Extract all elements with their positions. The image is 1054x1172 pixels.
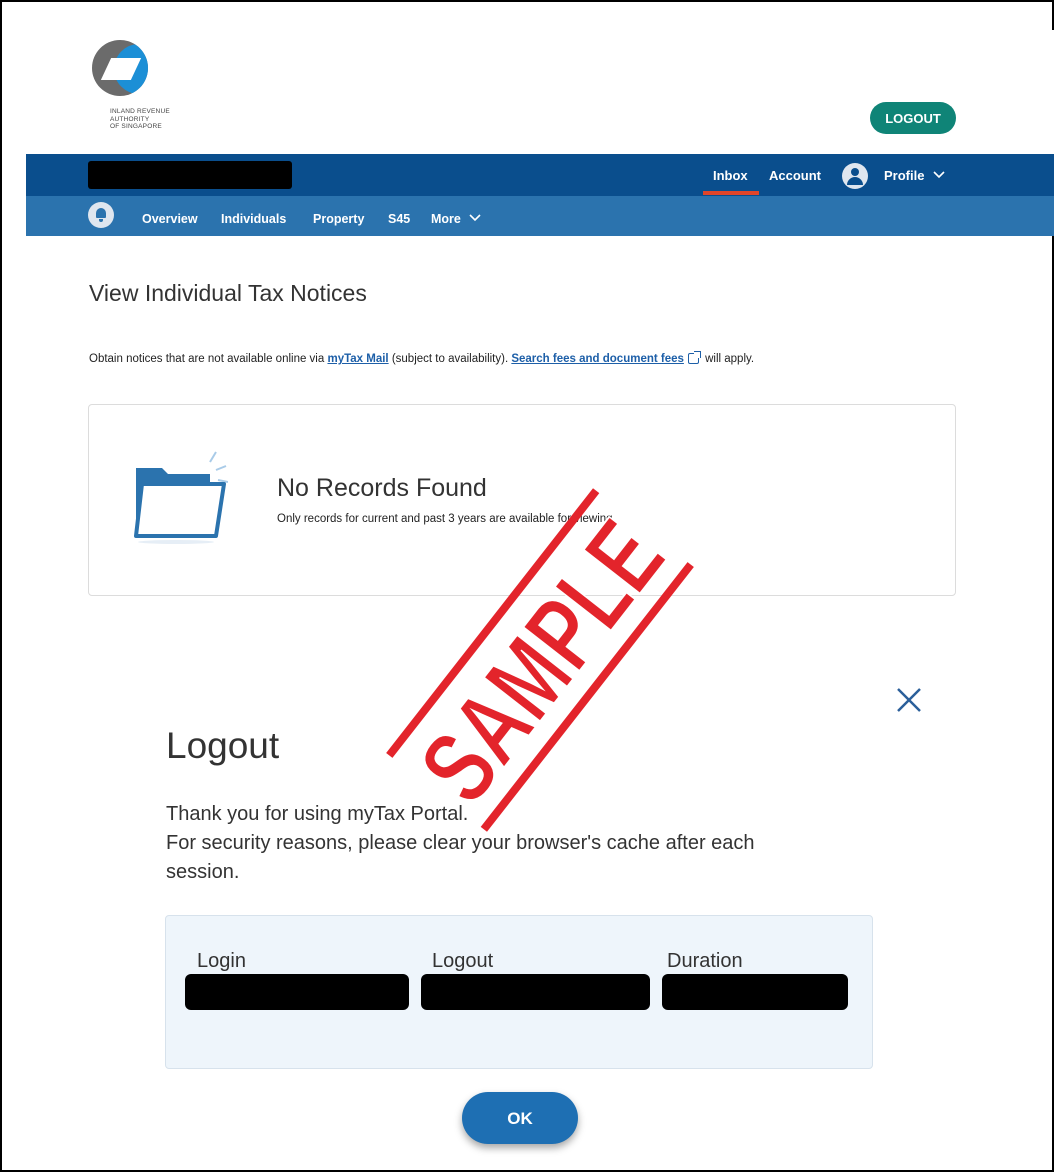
logout-message: Thank you for using myTax Portal. For se…: [166, 800, 826, 887]
iras-logo[interactable]: INLAND REVENUE AUTHORITY OF SINGAPORE: [84, 40, 194, 150]
subnav-property[interactable]: Property: [313, 212, 364, 226]
redacted-duration: [662, 974, 848, 1010]
info-suffix: will apply.: [701, 353, 755, 365]
user-avatar-icon[interactable]: [842, 163, 868, 189]
inbox-active-indicator: [703, 191, 759, 195]
redacted-account-name: [88, 161, 292, 189]
external-link-icon: [687, 351, 701, 364]
subnav-more[interactable]: More: [431, 212, 481, 226]
info-middle: (subject to availability).: [388, 353, 512, 365]
folder-icon: [134, 451, 228, 544]
redacted-logout-time: [421, 974, 650, 1010]
logo-emblem-icon: [92, 40, 148, 96]
subnav-more-label: More: [431, 212, 461, 226]
login-label: Login: [197, 950, 246, 972]
subnav-individuals[interactable]: Individuals: [221, 212, 286, 226]
subnav-s45[interactable]: S45: [388, 212, 410, 226]
logout-time-label: Logout: [432, 950, 494, 972]
chevron-down-icon: [933, 171, 945, 179]
duration-label: Duration: [667, 950, 743, 972]
search-fees-link[interactable]: Search fees and document fees: [511, 353, 684, 365]
subnav-overview[interactable]: Overview: [142, 212, 198, 226]
redacted-login-time: [185, 974, 409, 1010]
bell-icon[interactable]: [88, 202, 114, 228]
close-icon[interactable]: [892, 683, 926, 717]
ok-button[interactable]: OK: [462, 1092, 578, 1144]
nav-inbox[interactable]: Inbox: [713, 168, 748, 183]
logout-modal-title: Logout: [166, 725, 280, 766]
info-text: Obtain notices that are not available on…: [89, 351, 755, 365]
logout-message-line2: For security reasons, please clear your …: [166, 832, 755, 883]
logo-text: INLAND REVENUE AUTHORITY OF SINGAPORE: [110, 108, 170, 130]
nav-profile[interactable]: Profile: [884, 168, 945, 183]
info-prefix: Obtain notices that are not available on…: [89, 353, 328, 365]
page-title: View Individual Tax Notices: [89, 280, 367, 306]
no-records-title: No Records Found: [277, 474, 487, 502]
logout-message-line1: Thank you for using myTax Portal.: [166, 803, 469, 825]
chevron-down-icon: [469, 214, 481, 222]
logout-button[interactable]: LOGOUT: [870, 102, 956, 134]
no-records-subtitle: Only records for current and past 3 year…: [277, 513, 616, 525]
mytax-mail-link[interactable]: myTax Mail: [327, 353, 388, 365]
nav-account[interactable]: Account: [769, 168, 821, 183]
nav-profile-label: Profile: [884, 168, 925, 183]
